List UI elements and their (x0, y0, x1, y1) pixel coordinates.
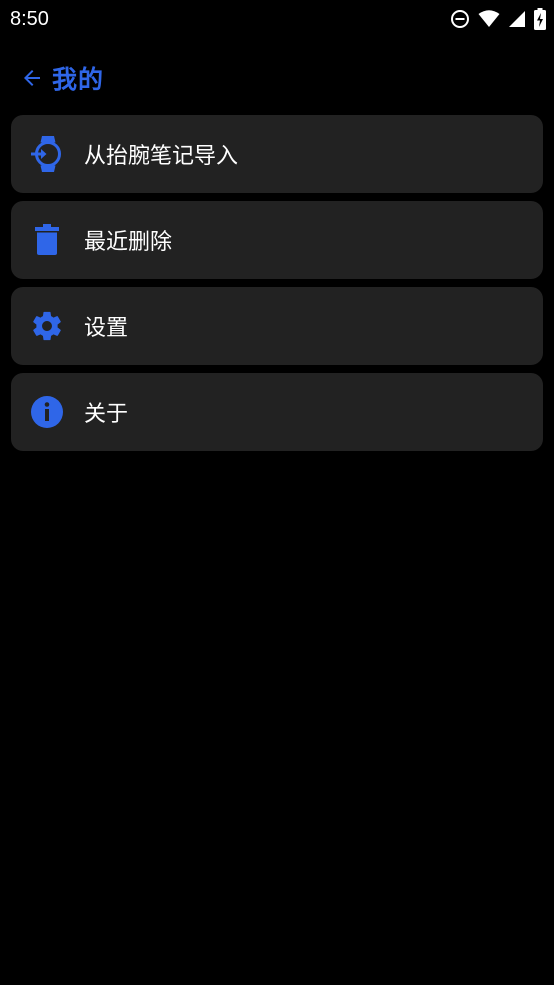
back-button[interactable]: 我的 (20, 60, 104, 96)
cellular-signal-icon (508, 10, 526, 28)
menu-item-recently-deleted[interactable]: 最近删除 (11, 201, 543, 279)
battery-charging-icon (534, 8, 546, 30)
menu-item-label: 最近删除 (84, 230, 173, 255)
menu-item-label: 关于 (84, 402, 129, 427)
menu-item-label: 从抬腕笔记导入 (84, 144, 239, 169)
menu-item-settings[interactable]: 设置 (11, 287, 543, 365)
menu-item-about[interactable]: 关于 (11, 373, 543, 451)
wifi-icon (478, 10, 500, 28)
status-icons (450, 8, 546, 30)
menu-list: 从抬腕笔记导入 最近删除 设置 关于 (11, 115, 543, 459)
info-icon (29, 394, 65, 430)
page-title: 我的 (52, 65, 105, 94)
status-time: 8:50 (10, 8, 49, 30)
status-bar: 8:50 (0, 0, 554, 38)
menu-item-import[interactable]: 从抬腕笔记导入 (11, 115, 543, 193)
gear-icon (29, 308, 65, 344)
arrow-left-icon (20, 66, 44, 90)
watch-import-icon (29, 136, 65, 172)
menu-item-label: 设置 (84, 316, 129, 341)
trash-icon (29, 222, 65, 258)
do-not-disturb-icon (450, 9, 470, 29)
